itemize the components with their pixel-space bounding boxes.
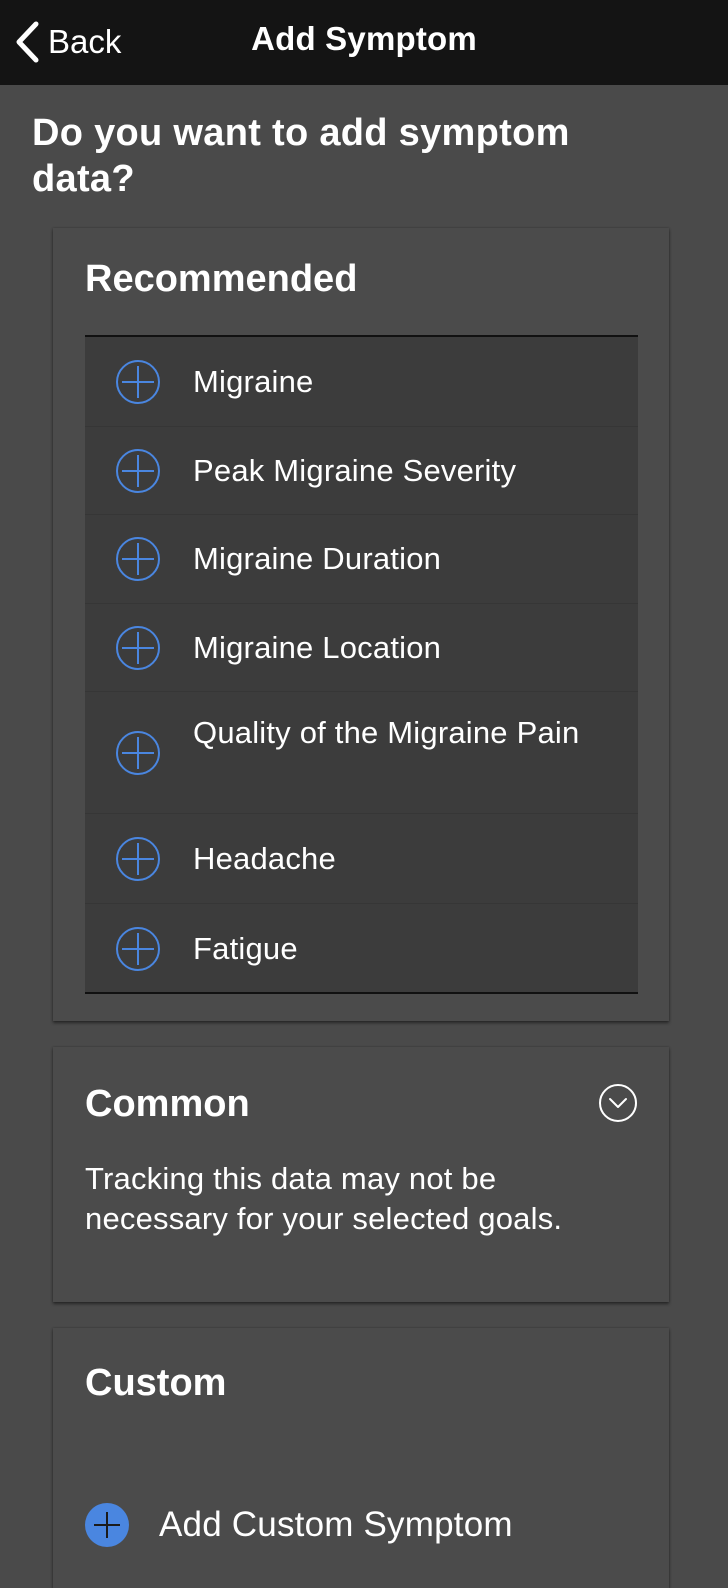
- plus-circle-outline-icon[interactable]: [115, 926, 161, 972]
- common-description: Tracking this data may not be necessary …: [85, 1161, 563, 1236]
- custom-card: Custom Add Custom Symptom: [53, 1328, 669, 1588]
- list-item-fatigue[interactable]: Fatigue: [85, 904, 638, 994]
- plus-circle-outline-icon[interactable]: [115, 359, 161, 405]
- recommended-card: Recommended Migraine Peak Migraine Sever…: [53, 228, 669, 1021]
- list-item-label: Migraine: [193, 364, 314, 399]
- list-item-label: Quality of the Migraine Pain: [193, 715, 580, 750]
- list-item-label: Migraine Location: [193, 630, 442, 665]
- list-item-quality-of-migraine-pain[interactable]: Quality of the Migraine Pain: [85, 692, 638, 814]
- add-custom-symptom-button[interactable]: Add Custom Symptom: [85, 1503, 513, 1547]
- plus-circle-filled-icon: [85, 1503, 129, 1547]
- navigation-bar: Back Add Symptom: [0, 0, 728, 85]
- list-item-migraine-duration[interactable]: Migraine Duration: [85, 515, 638, 604]
- list-item-label: Headache: [193, 841, 336, 876]
- common-heading: Common: [85, 1083, 250, 1125]
- page-title: Add Symptom: [251, 20, 477, 57]
- list-item-headache[interactable]: Headache: [85, 814, 638, 904]
- list-item-peak-migraine-severity[interactable]: Peak Migraine Severity: [85, 427, 638, 515]
- recommended-heading: Recommended: [85, 258, 358, 300]
- list-item-migraine-location[interactable]: Migraine Location: [85, 604, 638, 692]
- custom-heading: Custom: [85, 1362, 227, 1404]
- list-item-label: Fatigue: [193, 931, 298, 966]
- plus-circle-outline-icon[interactable]: [115, 625, 161, 671]
- common-card: Common Tracking this data may not be nec…: [53, 1047, 669, 1302]
- chevron-down-circle-icon[interactable]: [598, 1083, 638, 1123]
- plus-circle-outline-icon[interactable]: [115, 730, 161, 776]
- list-item-migraine[interactable]: Migraine: [85, 337, 638, 427]
- question-heading: Do you want to add symptom data?: [32, 112, 570, 200]
- plus-circle-outline-icon[interactable]: [115, 536, 161, 582]
- add-custom-symptom-label: Add Custom Symptom: [159, 1505, 513, 1544]
- list-item-label: Peak Migraine Severity: [193, 453, 517, 488]
- recommended-list: Migraine Peak Migraine Severity Migraine…: [85, 335, 638, 994]
- plus-circle-outline-icon[interactable]: [115, 836, 161, 882]
- list-item-label: Migraine Duration: [193, 541, 442, 576]
- plus-circle-outline-icon[interactable]: [115, 448, 161, 494]
